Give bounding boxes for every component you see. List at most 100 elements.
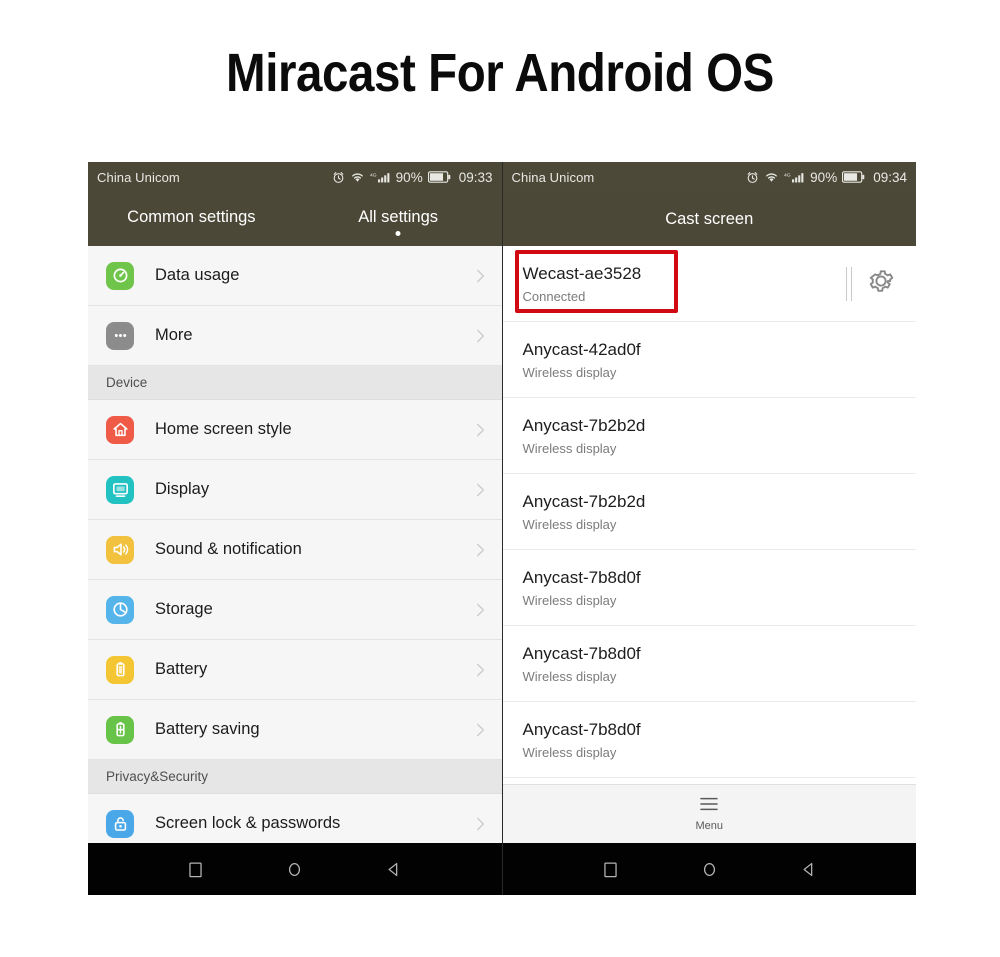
tab-common-settings-label: Common settings bbox=[127, 207, 256, 226]
settings-row-battery-saving[interactable]: Battery saving bbox=[88, 700, 502, 760]
right-android-nav-bar[interactable] bbox=[502, 843, 916, 895]
settings-section-label: Privacy&Security bbox=[106, 769, 209, 784]
cast-device-row[interactable]: Anycast-7b2b2d Wireless display bbox=[502, 398, 916, 474]
cast-device-row[interactable]: Anycast-7b8d0f Wireless display bbox=[502, 702, 916, 778]
settings-row-screen-lock-passwords[interactable]: Screen lock & passwords bbox=[88, 794, 502, 843]
clock-label: 09:33 bbox=[458, 169, 493, 185]
vertical-divider bbox=[846, 266, 852, 301]
cast-device-name: Anycast-7b8d0f bbox=[522, 643, 641, 663]
chevron-right-icon bbox=[476, 723, 484, 736]
settings-row-battery[interactable]: Battery bbox=[88, 640, 502, 700]
chevron-right-icon bbox=[476, 329, 484, 342]
right-title-bar: Cast screen bbox=[502, 192, 916, 246]
tab-all-settings[interactable]: All settings bbox=[295, 192, 502, 246]
menu-label: Menu bbox=[695, 820, 724, 832]
carrier-label: China Unicom bbox=[97, 169, 180, 185]
cast-device-texts: Anycast-7b2b2d Wireless display bbox=[523, 415, 901, 457]
back-icon[interactable] bbox=[384, 860, 403, 879]
settings-row-data-usage[interactable]: Data usage bbox=[88, 246, 502, 306]
sound-icon bbox=[106, 535, 134, 564]
cast-device-status: Wireless display bbox=[522, 668, 617, 684]
battery-icon bbox=[842, 171, 865, 183]
settings-list[interactable]: Data usage More Device Home screen style Dis… bbox=[88, 246, 502, 843]
right-status-bar: China Unicom 4G 90% 09:34 bbox=[502, 162, 916, 192]
cast-device-status: Wireless display bbox=[522, 592, 617, 608]
lock-icon bbox=[106, 809, 134, 838]
settings-row-sound-notification[interactable]: Sound & notification bbox=[88, 520, 502, 580]
home-icon[interactable] bbox=[700, 860, 719, 879]
settings-row-label: Data usage bbox=[155, 266, 240, 284]
data-usage-icon bbox=[106, 261, 134, 290]
battery-percent-label: 90% bbox=[810, 169, 838, 185]
status-icon-group: 4G 90% 09:34 bbox=[746, 170, 907, 185]
alarm-icon bbox=[746, 171, 759, 184]
cast-device-actions bbox=[846, 266, 900, 301]
alarm-icon bbox=[332, 171, 345, 184]
settings-row-display[interactable]: Display bbox=[88, 460, 502, 520]
cast-device-status: Connected bbox=[522, 288, 586, 304]
cast-device-row[interactable]: Anycast-42ad0f Wireless display bbox=[502, 322, 916, 398]
wifi-icon bbox=[350, 171, 365, 183]
settings-row-label: Storage bbox=[155, 600, 213, 618]
cast-device-row[interactable]: Anycast-7b8d0f Wireless display bbox=[502, 626, 916, 702]
more-icon bbox=[106, 321, 134, 350]
status-icon-group: 4G 90% 09:33 bbox=[332, 170, 493, 185]
cast-device-texts: Anycast-7b8d0f Wireless display bbox=[523, 567, 901, 609]
home-icon[interactable] bbox=[285, 860, 304, 879]
carrier-label: China Unicom bbox=[511, 169, 595, 185]
chevron-right-icon bbox=[476, 269, 484, 282]
cast-device-list[interactable]: Wecast-ae3528 Connected Anycast-42ad0f Wire… bbox=[502, 246, 916, 784]
signal-icon: 4G bbox=[784, 171, 805, 184]
left-tab-bar: Common settings All settings bbox=[88, 192, 502, 246]
cast-device-name: Wecast-ae3528 bbox=[522, 263, 642, 283]
recents-icon[interactable] bbox=[601, 860, 620, 879]
cast-device-texts: Wecast-ae3528 Connected bbox=[523, 263, 847, 305]
settings-row-label: Display bbox=[155, 480, 210, 498]
cast-device-name: Anycast-42ad0f bbox=[522, 339, 641, 359]
settings-row-more[interactable]: More bbox=[88, 306, 502, 366]
gear-icon[interactable] bbox=[866, 266, 896, 301]
hamburger-icon[interactable] bbox=[698, 796, 720, 817]
cast-device-status: Wireless display bbox=[522, 440, 617, 456]
left-phone-screen: China Unicom 4G 90% 09:33 Common setting… bbox=[88, 162, 502, 895]
settings-row-storage[interactable]: Storage bbox=[88, 580, 502, 640]
tab-all-settings-label: All settings bbox=[358, 207, 439, 226]
recents-icon[interactable] bbox=[186, 860, 205, 879]
cast-device-row[interactable]: Anycast-7b2b2d Wireless display bbox=[502, 474, 916, 550]
settings-row-label: Screen lock & passwords bbox=[155, 814, 341, 832]
cast-device-row[interactable]: Anycast-7b8d0f Wireless display bbox=[502, 550, 916, 626]
cast-device-status: Wireless display bbox=[522, 364, 617, 380]
settings-section-header: Privacy&Security bbox=[88, 760, 502, 794]
page-title: Miracast For Android OS bbox=[226, 43, 774, 103]
home-icon bbox=[106, 415, 134, 444]
chevron-right-icon bbox=[476, 483, 484, 496]
cast-device-name: Anycast-7b2b2d bbox=[522, 491, 646, 511]
cast-device-row[interactable]: Wecast-ae3528 Connected bbox=[502, 246, 916, 322]
settings-row-home-screen-style[interactable]: Home screen style bbox=[88, 400, 502, 460]
settings-section-header: Device bbox=[88, 366, 502, 400]
cast-device-status: Wireless display bbox=[522, 516, 617, 532]
back-icon[interactable] bbox=[799, 860, 818, 879]
cast-device-texts: Anycast-42ad0f Wireless display bbox=[523, 339, 901, 381]
menu-bar[interactable]: Menu bbox=[502, 784, 916, 843]
tab-common-settings[interactable]: Common settings bbox=[88, 192, 295, 246]
chevron-right-icon bbox=[476, 663, 484, 676]
cast-device-name: Anycast-7b2b2d bbox=[522, 415, 646, 435]
settings-row-label: More bbox=[155, 326, 193, 344]
cast-device-name: Anycast-7b8d0f bbox=[522, 567, 641, 587]
storage-icon bbox=[106, 595, 134, 624]
left-android-nav-bar[interactable] bbox=[88, 843, 502, 895]
tab-selected-indicator bbox=[395, 231, 401, 236]
settings-tabs: Common settings All settings bbox=[88, 192, 502, 246]
battery-icon bbox=[427, 171, 451, 183]
settings-row-label: Battery bbox=[155, 660, 208, 678]
cast-device-texts: Anycast-7b8d0f Wireless display bbox=[523, 643, 901, 685]
settings-row-label: Home screen style bbox=[155, 420, 292, 438]
cast-device-name: Anycast-7b8d0f bbox=[522, 719, 641, 739]
cast-device-texts: Anycast-7b8d0f Wireless display bbox=[523, 719, 901, 761]
svg-text:4G: 4G bbox=[370, 172, 377, 178]
left-status-bar: China Unicom 4G 90% 09:33 bbox=[88, 162, 502, 192]
settings-row-label: Battery saving bbox=[155, 720, 260, 738]
battery-percent-label: 90% bbox=[395, 169, 423, 185]
cast-device-status: Wireless display bbox=[522, 744, 617, 760]
